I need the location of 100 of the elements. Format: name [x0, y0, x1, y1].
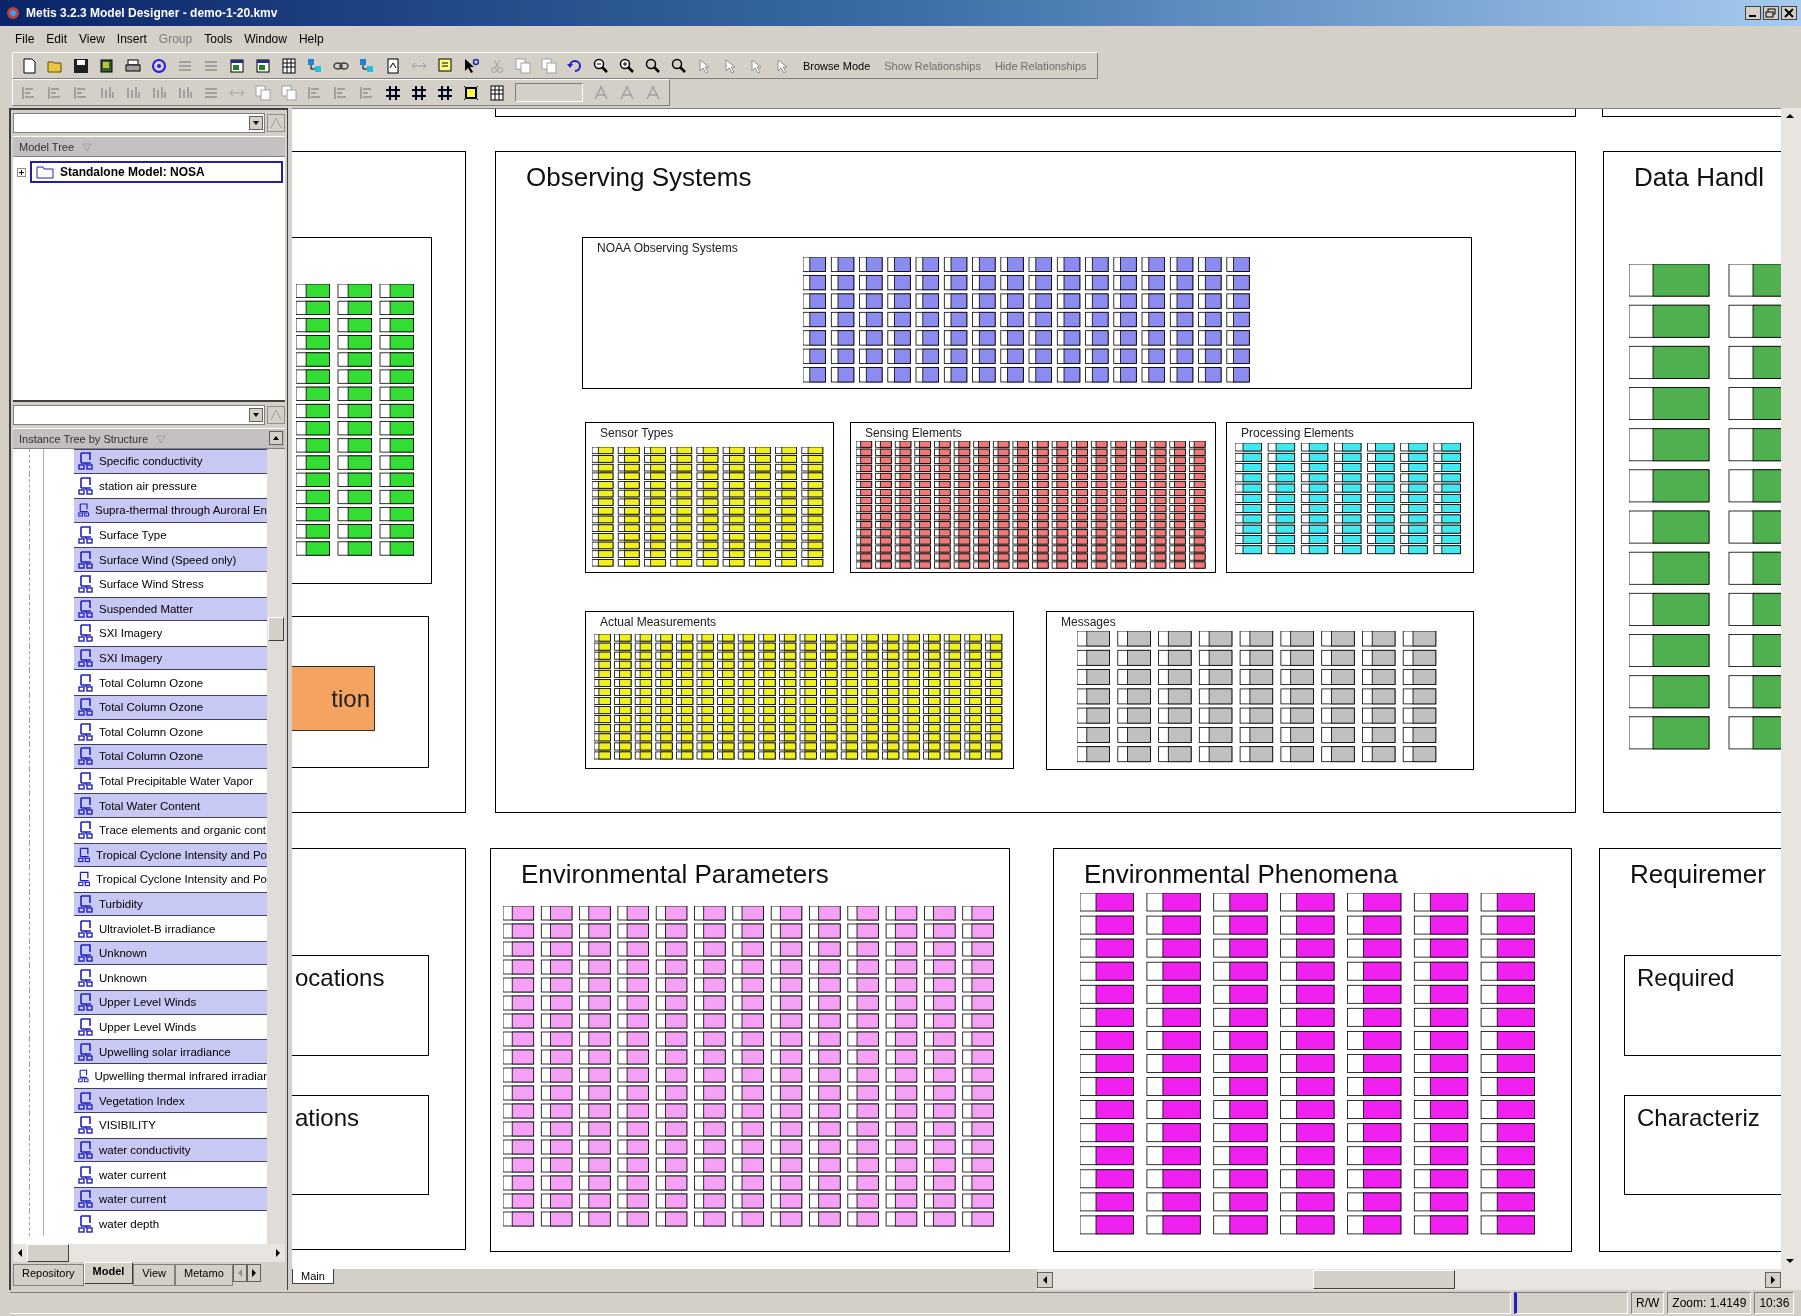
frame-title: Required [1637, 964, 1735, 992]
toolbar-button[interactable]: Browse Mode [801, 59, 873, 72]
tree-item[interactable]: Supra-thermal through Auroral En [74, 498, 267, 523]
copy-icon[interactable] [515, 57, 531, 74]
tree-item[interactable]: Upwelling thermal infrared irradiar [74, 1063, 267, 1089]
hierarchy-icon [78, 452, 94, 471]
menu-item[interactable]: Window [239, 30, 292, 48]
tree-item[interactable]: Total Precipitable Water Vapor [74, 768, 267, 794]
tree-item[interactable]: Unknown [74, 965, 267, 991]
printer-icon[interactable] [125, 57, 141, 74]
tree-item[interactable]: Turbidity [74, 891, 267, 917]
copy-icon[interactable] [255, 84, 271, 101]
panel-tab[interactable]: View [133, 1264, 175, 1286]
document-icon[interactable] [385, 57, 401, 74]
save-icon[interactable] [73, 57, 89, 74]
tree-item[interactable]: Tropical Cyclone Intensity and Po [74, 867, 267, 892]
sheet-tab[interactable]: Main [292, 1269, 334, 1284]
scroll-left-icon[interactable] [1037, 1271, 1053, 1288]
dropdown-field[interactable] [13, 113, 265, 133]
tree-item[interactable]: Specific conductivity [74, 449, 267, 474]
menu-item[interactable]: Insert [111, 30, 152, 48]
table-icon[interactable] [489, 84, 505, 101]
minimize-icon[interactable] [1745, 6, 1761, 20]
scrollbar[interactable] [1037, 1269, 1801, 1290]
scroll-thumb[interactable] [27, 1244, 69, 1262]
help-icon[interactable] [463, 57, 479, 74]
menu-item[interactable]: Edit [41, 30, 73, 48]
note-icon[interactable] [437, 57, 453, 74]
zoom-out-icon[interactable] [593, 57, 609, 74]
window-title: Metis 3.2.3 Model Designer - demo-1-20.kmv [26, 6, 278, 20]
tab-right-icon[interactable] [246, 1264, 261, 1282]
tree-item[interactable]: Upwelling solar irradiance [74, 1039, 267, 1064]
tree-item[interactable]: Tropical Cyclone Intensity and Po [74, 842, 267, 868]
close-icon[interactable] [1781, 6, 1797, 20]
scroll-thumb[interactable] [1313, 1270, 1455, 1289]
copy-icon[interactable] [281, 84, 297, 101]
table-icon[interactable] [281, 57, 297, 74]
tree-item[interactable]: station air pressure [74, 473, 267, 499]
tree-item[interactable]: Total Column Ozone [74, 694, 267, 720]
tree-item[interactable]: Surface Wind (Speed only) [74, 547, 267, 572]
scrollbar[interactable] [1781, 108, 1801, 1269]
panel-tab[interactable]: Model [83, 1262, 134, 1284]
tree-item[interactable]: Surface Type [74, 522, 267, 548]
zoom-in-icon[interactable] [619, 57, 635, 74]
tree-item[interactable]: Trace elements and organic cont [74, 817, 267, 843]
menu-item[interactable]: File [10, 30, 40, 48]
restore-icon[interactable] [1763, 6, 1779, 20]
copy-icon[interactable] [541, 57, 557, 74]
tree-item[interactable]: water current [74, 1162, 267, 1187]
network-icon[interactable] [359, 57, 375, 74]
tree-item[interactable]: Surface Wind Stress [74, 571, 267, 597]
menu-item[interactable]: Help [293, 30, 329, 48]
tree-item[interactable]: Total Column Ozone [74, 744, 267, 769]
tree-item[interactable]: Unknown [74, 940, 267, 966]
scroll-right-icon[interactable] [1765, 1271, 1781, 1288]
hierarchy-icon [78, 1042, 94, 1061]
tree-item[interactable]: Total Column Ozone [74, 670, 267, 695]
tree-item[interactable]: water conductivity [74, 1137, 267, 1163]
tree-item[interactable]: SXI Imagery [74, 621, 267, 646]
tree-item[interactable]: Standalone Model: NOSA [30, 161, 283, 183]
search-icon[interactable] [671, 57, 687, 74]
container-title: Data Handl [1634, 162, 1765, 193]
tree-item[interactable]: Suspended Matter [74, 596, 267, 622]
grid-icon[interactable] [437, 84, 453, 101]
tree-item[interactable]: water depth [74, 1211, 267, 1236]
grid-icon[interactable] [385, 84, 401, 101]
scrollbar[interactable] [267, 449, 285, 1244]
scroll-up-icon[interactable] [269, 431, 283, 445]
diagram-object[interactable]: tion [292, 666, 375, 731]
scroll-thumb[interactable] [268, 617, 284, 641]
book-icon[interactable] [99, 57, 115, 74]
font-size-field[interactable] [515, 83, 583, 102]
group-title: Messages [1061, 615, 1116, 629]
expand-icon[interactable] [17, 167, 26, 177]
tree-item[interactable]: water current [74, 1186, 267, 1212]
panel-tab[interactable]: Metamo [175, 1264, 233, 1286]
scrollbar[interactable] [13, 1244, 285, 1262]
tree-item[interactable]: Total Water Content [74, 793, 267, 818]
tab-left-icon[interactable] [232, 1264, 247, 1282]
undo-icon[interactable] [567, 57, 583, 74]
menu-item[interactable]: View [74, 30, 110, 48]
frame-icon[interactable] [463, 84, 479, 101]
tree-item[interactable]: Vegetation Index [74, 1088, 267, 1114]
dropdown-field[interactable] [13, 405, 265, 425]
tree-item[interactable]: Ultraviolet-B irradiance [74, 916, 267, 941]
panel-tab[interactable]: Repository [13, 1264, 84, 1286]
window-icon[interactable] [229, 57, 245, 74]
tree-item[interactable]: VISIBILITY [74, 1113, 267, 1138]
page-icon[interactable] [21, 57, 37, 74]
network-icon[interactable] [307, 57, 323, 74]
frame-title: ocations [295, 964, 385, 992]
tree-item[interactable]: Upper Level Winds [74, 990, 267, 1015]
tree-item[interactable]: Upper Level Winds [74, 1014, 267, 1040]
tree-item[interactable]: Total Column Ozone [74, 719, 267, 745]
grid-icon[interactable] [411, 84, 427, 101]
window-icon[interactable] [255, 57, 271, 74]
zoom-page-icon[interactable] [645, 57, 661, 74]
menu-item[interactable]: Tools [199, 30, 238, 48]
hierarchy-icon [78, 476, 94, 495]
tree-item[interactable]: SXI Imagery [74, 645, 267, 671]
